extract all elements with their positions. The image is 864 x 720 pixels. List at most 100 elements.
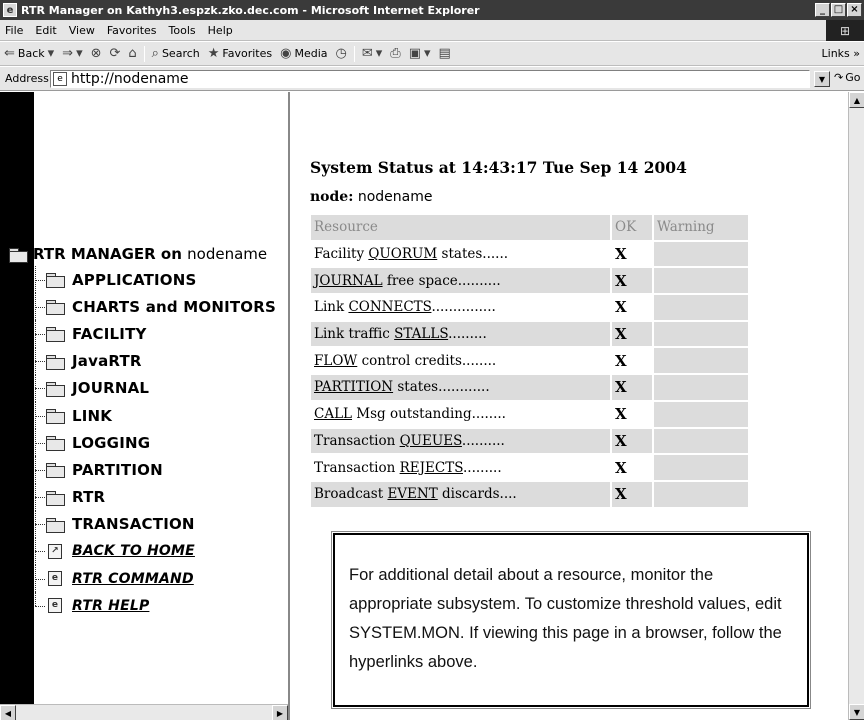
tree-folder-journal[interactable]: JOURNAL [0, 374, 288, 402]
tree-folder-label: RTR [72, 488, 106, 507]
resource-link-stalls[interactable]: STALLS [394, 326, 448, 342]
resource-link-rejects[interactable]: REJECTS [400, 460, 463, 476]
menu-edit[interactable]: Edit [29, 24, 62, 37]
scroll-up-icon[interactable]: ▲ [849, 92, 864, 108]
tree-link-rtr-command[interactable]: e RTR COMMAND [0, 565, 288, 593]
resource-link-call[interactable]: CALL [314, 406, 352, 422]
edit-button[interactable]: ▣ ▾ [405, 46, 435, 61]
tree-link-label: RTR COMMAND [72, 570, 194, 587]
menu-view[interactable]: View [63, 24, 101, 37]
horizontal-scrollbar[interactable]: ◀ ▶ [0, 704, 288, 720]
go-label: Go [845, 71, 861, 84]
back-label: Back [17, 47, 45, 60]
resource-cell: Link CONNECTS............... [311, 295, 610, 320]
resource-link-flow[interactable]: FLOW [314, 353, 357, 369]
tree-folder-link[interactable]: LINK [0, 401, 288, 430]
menu-help[interactable]: Help [202, 24, 239, 37]
mail-button[interactable]: ✉ ▾ [358, 46, 386, 61]
tree-link-back-to-home[interactable]: ↗ BACK TO HOME [0, 537, 288, 566]
tree-folder-logging[interactable]: LOGGING [0, 429, 288, 457]
scroll-down-icon[interactable]: ▼ [849, 704, 864, 720]
resource-link-journal[interactable]: JOURNAL [314, 273, 383, 289]
window-title: RTR Manager on Kathyh3.espzk.zko.dec.com… [21, 3, 480, 17]
tree-folder-transaction[interactable]: TRANSACTION [0, 510, 288, 538]
resource-link-queues[interactable]: QUEUES [400, 433, 462, 449]
table-row: Link traffic STALLS......... X [311, 321, 748, 347]
go-button[interactable]: ↷ Go [834, 71, 860, 84]
scroll-right-icon[interactable]: ▶ [272, 705, 288, 720]
tree-folder-rtr[interactable]: RTR [0, 483, 288, 511]
go-arrow-icon: ↷ [834, 71, 844, 84]
windows-logo-icon: ⊞ [826, 20, 864, 41]
tree-folder-applications[interactable]: APPLICATIONS [0, 266, 288, 294]
forward-button[interactable]: ⇒ ▾ [58, 46, 86, 61]
resource-link-quorum[interactable]: QUORUM [368, 246, 437, 262]
resource-suffix: ......... [463, 459, 502, 476]
tree-folder-facility[interactable]: FACILITY [0, 320, 288, 348]
resource-link-event[interactable]: EVENT [387, 486, 437, 502]
menu-file[interactable]: File [0, 24, 29, 37]
media-button[interactable]: ◉ Media [276, 46, 331, 61]
minimize-button[interactable]: _ [815, 3, 830, 17]
chevron-down-icon: ▾ [76, 46, 83, 61]
table-header-row: Resource OK Warning [311, 215, 748, 240]
document-icon: e [48, 598, 62, 614]
history-icon: ◷ [335, 46, 347, 61]
tree-root-host: nodename [187, 245, 268, 263]
ok-cell: X [615, 351, 627, 370]
resource-suffix: ............... [431, 299, 496, 316]
menu-favorites[interactable]: Favorites [101, 24, 163, 37]
resource-prefix: Broadcast [314, 486, 388, 503]
maximize-button[interactable]: □ [831, 3, 846, 17]
vertical-scrollbar[interactable]: ▲ ▼ [848, 92, 864, 720]
links-toolbar[interactable]: Links » [822, 47, 860, 60]
resource-suffix: states............ [393, 379, 490, 396]
folder-icon [46, 273, 65, 289]
tree-folder-charts-and-monitors[interactable]: CHARTS and MONITORS [0, 293, 288, 321]
resource-cell: Broadcast EVENT discards.... [311, 481, 610, 507]
close-button[interactable]: × [847, 3, 862, 17]
status-table: Resource OK Warning Facility QUORUM stat… [309, 213, 750, 509]
chevron-down-icon: ▾ [47, 46, 55, 61]
address-dropdown-button[interactable]: ▼ [814, 71, 830, 87]
tree-link-rtr-help[interactable]: e RTR HELP [0, 592, 288, 619]
folder-icon [46, 517, 65, 533]
scroll-left-icon[interactable]: ◀ [0, 705, 16, 720]
resource-suffix: control credits........ [357, 352, 497, 369]
discuss-button[interactable]: ▤ [435, 46, 455, 61]
favorites-button[interactable]: ★ Favorites [204, 46, 276, 61]
ok-cell: X [615, 245, 627, 264]
back-button[interactable]: ⇐ Back ▾ [0, 46, 58, 61]
print-button[interactable]: ⎙ [386, 46, 404, 61]
resource-link-connects[interactable]: CONNECTS [348, 299, 431, 315]
mail-icon: ✉ [361, 46, 373, 61]
refresh-button[interactable]: ⟳ [106, 46, 125, 61]
back-arrow-icon: ⇐ [4, 46, 15, 61]
resource-suffix: Msg outstanding........ [352, 406, 506, 423]
window-controls: _ □ × [815, 3, 862, 17]
column-header-ok: OK [612, 215, 652, 240]
tree-root[interactable]: RTR MANAGER on nodename [0, 242, 288, 266]
resource-suffix: discards.... [437, 486, 517, 503]
search-button[interactable]: ⌕ Search [148, 46, 204, 61]
history-button[interactable]: ◷ [332, 46, 351, 61]
tree-link-label: RTR HELP [72, 597, 150, 614]
resource-prefix: Facility [314, 246, 369, 263]
warning-cell [654, 321, 748, 347]
tree-folder-partition[interactable]: PARTITION [0, 456, 288, 484]
resource-suffix: .......... [461, 432, 505, 449]
resource-link-partition[interactable]: PARTITION [314, 379, 393, 395]
home-button[interactable]: ⌂ [124, 46, 140, 61]
ok-cell: X [612, 375, 652, 400]
page-icon: e [53, 72, 67, 86]
ok-cell: X [615, 405, 627, 424]
address-input[interactable]: e http://nodename [50, 70, 810, 88]
menu-tools[interactable]: Tools [163, 24, 202, 37]
tree-folder-label: JavaRTR [72, 352, 142, 371]
page-title: System Status at 14:43:17 Tue Sep 14 200… [310, 158, 687, 177]
tree-folder-label: TRANSACTION [72, 515, 195, 534]
tree-folder-javartr[interactable]: JavaRTR [0, 347, 288, 375]
warning-cell [654, 241, 748, 267]
table-row: Transaction QUEUES.......... X [311, 428, 748, 454]
stop-button[interactable]: ⊗ [87, 46, 106, 61]
